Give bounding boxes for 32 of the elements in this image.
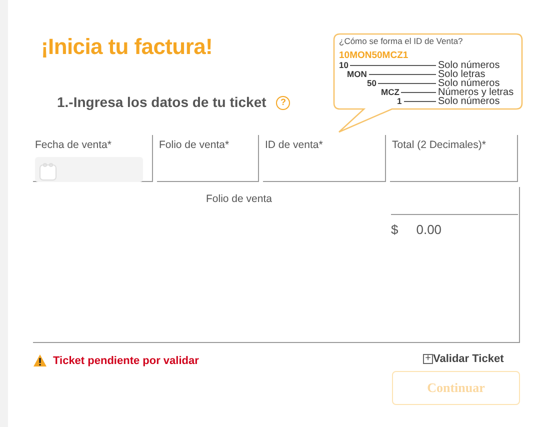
column-header: Folio de venta xyxy=(206,192,272,207)
date-field[interactable] xyxy=(35,156,143,182)
field-label: ID de venta* xyxy=(265,138,324,153)
step-heading: 1.-Ingresa los datos de tu ticket xyxy=(57,93,266,112)
segment-rule: Solo números xyxy=(438,97,501,106)
field-label: Total (2 Decimales)* xyxy=(392,138,487,153)
leader-line xyxy=(368,74,436,75)
calendar-icon xyxy=(39,162,57,182)
example-id: 10MON50MCZ1 xyxy=(339,51,410,60)
total-value: 0.00 xyxy=(416,221,442,239)
warning-icon xyxy=(33,354,47,368)
segment-code: MCZ xyxy=(381,88,400,97)
leader-line xyxy=(401,92,436,93)
segment-code: 10 xyxy=(339,61,348,70)
field-label: Fecha de venta* xyxy=(35,138,112,153)
segment-rule: Solo letras xyxy=(438,70,486,79)
field-label: Folio de venta* xyxy=(159,138,230,153)
help-icon[interactable]: ? xyxy=(276,96,290,110)
status-message: Ticket pendiente por validar xyxy=(53,354,199,369)
segment-code: 50 xyxy=(367,79,376,88)
segment-rule: Solo números xyxy=(438,61,501,70)
plus-icon: + xyxy=(423,354,433,364)
validate-ticket-link[interactable]: + Validar Ticket xyxy=(423,351,504,368)
leader-line xyxy=(378,83,436,84)
currency-symbol: $ xyxy=(391,221,398,239)
tooltip-question: ¿Cómo se forma el ID de Venta? xyxy=(339,37,464,46)
segment-rule: Solo números xyxy=(438,79,500,88)
segment-code: MON xyxy=(347,70,367,79)
segment-rule: Números y letras xyxy=(438,88,514,97)
page-title: ¡Inicia tu factura! xyxy=(41,34,213,60)
segment-code: 1 xyxy=(397,97,402,106)
leader-line xyxy=(404,101,436,102)
